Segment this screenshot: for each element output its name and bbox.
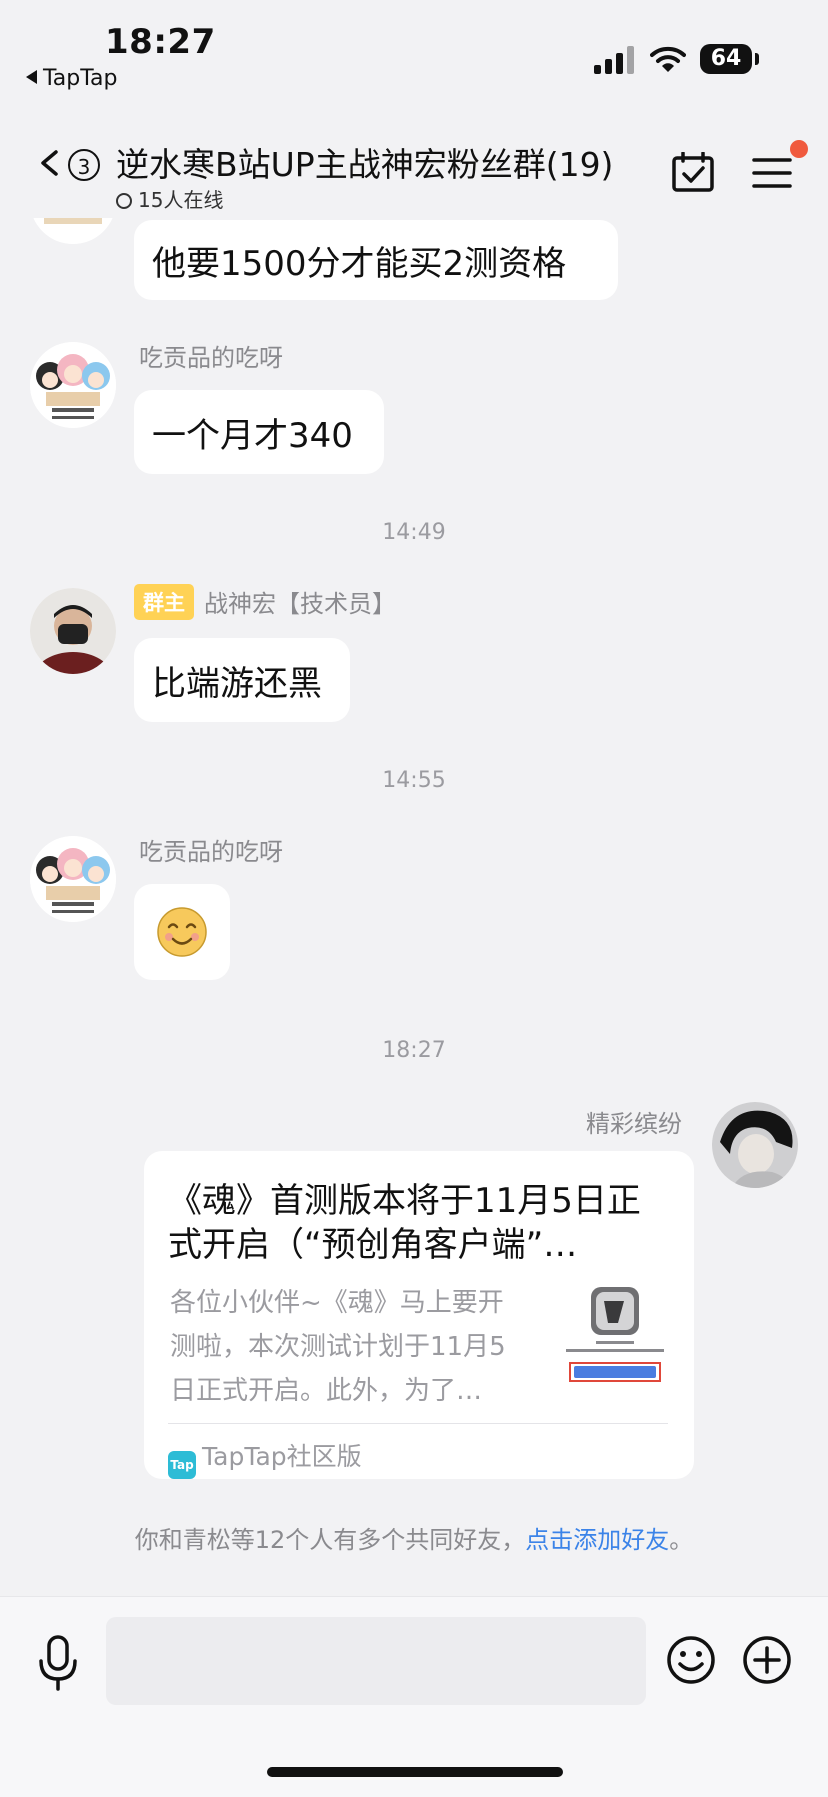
chat-messages[interactable]: 他要1500分才能买2测资格 吃贡品的吃呀 一个月才340 14:49 群主 战神… — [0, 218, 828, 1596]
notification-dot — [790, 140, 808, 158]
message-bubble[interactable]: 比端游还黑 — [134, 638, 350, 722]
emoji-message-bubble[interactable] — [134, 884, 230, 980]
status-time: 18:27 — [105, 22, 216, 62]
avatar[interactable] — [30, 588, 116, 674]
battery-tip — [755, 53, 759, 65]
timestamp: 14:55 — [382, 768, 446, 793]
message-input[interactable] — [106, 1617, 646, 1705]
add-friend-link[interactable]: 点击添加好友 — [525, 1526, 669, 1554]
shared-link-card[interactable]: 《魂》首测版本将于11月5日正 式开启（“预创角客户端”… 各位小伙伴~《魂》马… — [144, 1151, 694, 1479]
anime-avatar-icon — [30, 342, 116, 428]
message-bubble[interactable]: 一个月才340 — [134, 390, 384, 474]
card-source: Tap TapTap社区版 — [168, 1437, 362, 1479]
mutual-friends-notice: 你和青松等12个人有多个共同好友，点击添加好友。 — [0, 1520, 828, 1555]
status-bar: 18:27 TapTap 64 — [0, 0, 828, 110]
sender-name: 吃贡品的吃呀 — [139, 344, 283, 372]
unread-count-badge[interactable]: 3 — [68, 149, 100, 181]
calendar-check-icon[interactable] — [672, 152, 714, 192]
card-title: 《魂》首测版本将于11月5日正 式开启（“预创角客户端”… — [168, 1181, 641, 1265]
online-count-label: 15人在线 — [138, 188, 224, 212]
online-status-icon — [116, 193, 132, 209]
message-bubble[interactable]: 他要1500分才能买2测资格 — [134, 220, 618, 300]
anime-avatar-icon — [30, 218, 116, 244]
card-thumbnail-image — [560, 1283, 670, 1393]
battery-icon: 64 — [700, 44, 752, 74]
card-description: 各位小伙伴~《魂》马上要开 测啦，本次测试计划于11月5 日正式开启。此外，为了… — [170, 1288, 506, 1406]
anime-avatar-icon — [30, 836, 116, 922]
online-count: 15人在线 — [116, 184, 223, 213]
avatar[interactable] — [30, 342, 116, 428]
smile-emoji-icon — [157, 907, 207, 957]
back-triangle-icon — [26, 70, 37, 84]
home-indicator[interactable] — [267, 1767, 563, 1777]
owner-badge: 群主 — [134, 584, 194, 620]
avatar[interactable] — [30, 218, 116, 244]
person-avatar-icon — [30, 588, 116, 674]
sender-name: 精彩缤纷 — [586, 1110, 682, 1138]
avatar[interactable] — [30, 836, 116, 922]
timestamp: 14:49 — [382, 520, 446, 545]
timestamp: 18:27 — [382, 1038, 446, 1063]
card-source-label: TapTap社区版 — [202, 1442, 362, 1471]
avatar[interactable] — [712, 1102, 798, 1188]
microphone-icon[interactable] — [36, 1635, 80, 1691]
menu-icon[interactable] — [752, 156, 792, 190]
cellular-signal-icon — [594, 46, 636, 74]
add-attachment-icon[interactable] — [742, 1635, 792, 1685]
input-bar — [0, 1596, 828, 1797]
back-chevron-icon[interactable] — [36, 150, 62, 176]
dark-hair-avatar-icon — [712, 1102, 798, 1188]
notice-end: 。 — [669, 1526, 694, 1554]
group-title[interactable]: 逆水寒B站UP主战神宏粉丝群(19) — [116, 138, 613, 186]
emoji-picker-icon[interactable] — [666, 1635, 716, 1685]
card-divider — [168, 1423, 668, 1424]
taptap-logo-icon: Tap — [168, 1451, 196, 1479]
sender-line: 群主 战神宏【技术员】 — [134, 584, 396, 620]
wifi-icon — [650, 46, 686, 72]
sender-name: 吃贡品的吃呀 — [139, 838, 283, 866]
chat-header: 3 逆水寒B站UP主战神宏粉丝群(19) 15人在线 — [0, 110, 828, 218]
back-app-label: TapTap — [43, 66, 118, 91]
sender-name: 战神宏【技术员】 — [204, 590, 396, 618]
back-to-app-link[interactable]: TapTap — [26, 66, 118, 91]
notice-text: 你和青松等12个人有多个共同好友， — [134, 1526, 526, 1554]
